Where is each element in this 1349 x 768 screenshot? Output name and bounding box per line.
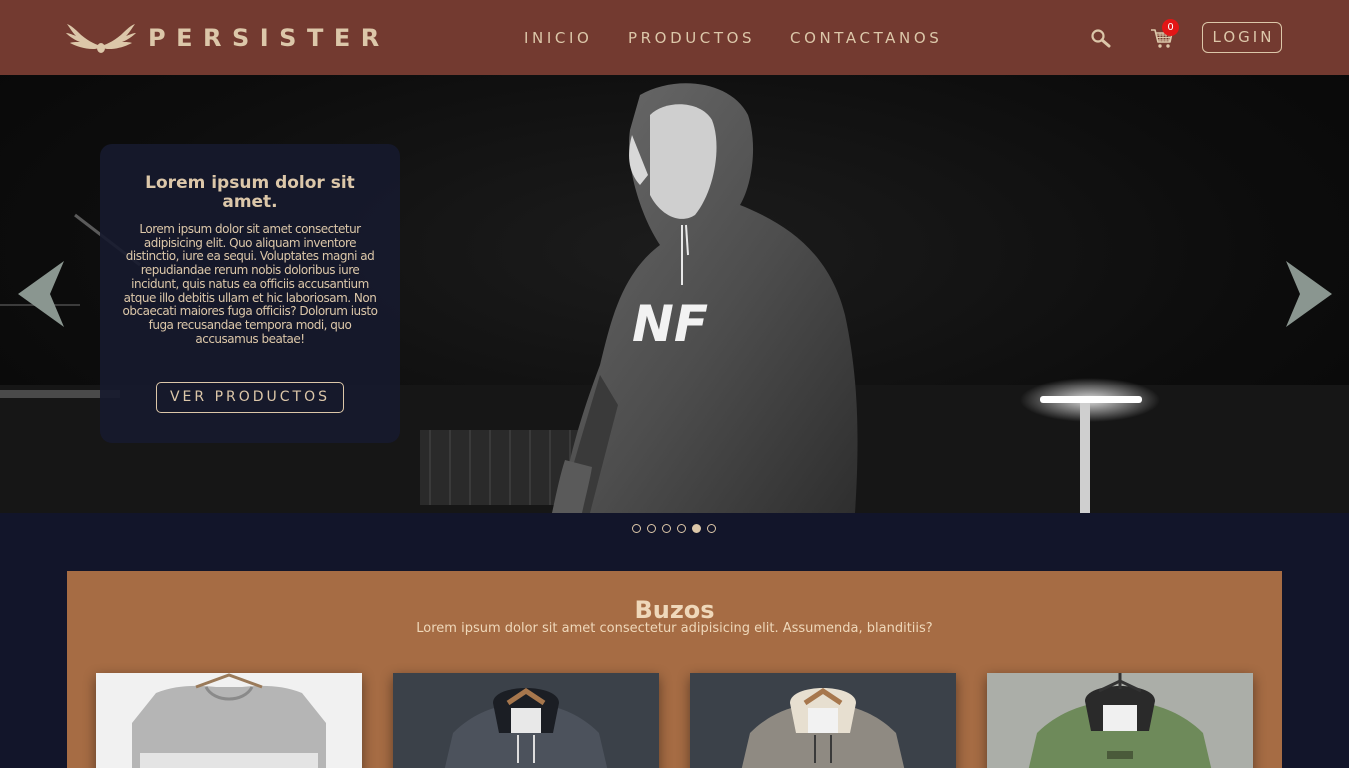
product-card[interactable] [987, 673, 1253, 768]
hoodie-print: NF [632, 295, 708, 353]
product-image-grey-hoodie [690, 673, 956, 768]
top-navbar: PERSISTER INICIO PRODUCTOS CONTACTANOS 0… [0, 0, 1349, 75]
chevron-left-icon[interactable] [18, 261, 66, 327]
product-image-grey-sweatshirt [96, 673, 362, 768]
nav-link-productos[interactable]: PRODUCTOS [628, 26, 755, 50]
carousel-dot[interactable] [647, 524, 656, 533]
nav-link-inicio[interactable]: INICIO [524, 26, 592, 50]
carousel-dot[interactable] [677, 524, 686, 533]
ver-productos-button[interactable]: VER PRODUCTOS [156, 382, 344, 413]
hero-caption-card: Lorem ipsum dolor sit amet. Lorem ipsum … [100, 144, 400, 443]
hero-title: Lorem ipsum dolor sit amet. [145, 173, 355, 212]
product-image-green-hoodie [987, 673, 1253, 768]
buzos-section: Buzos Lorem ipsum dolor sit amet consect… [67, 571, 1282, 768]
product-image-dark-hoodie [393, 673, 659, 768]
product-card[interactable] [393, 673, 659, 768]
section-subtitle: Lorem ipsum dolor sit amet consectetur a… [416, 621, 933, 636]
carousel-indicators [632, 524, 722, 536]
carousel-dot[interactable] [692, 524, 701, 533]
carousel-dot[interactable] [707, 524, 716, 533]
login-button[interactable]: LOGIN [1202, 22, 1282, 53]
hero-description: Lorem ipsum dolor sit amet consectetur a… [122, 222, 378, 346]
chevron-right-icon[interactable] [1284, 261, 1332, 327]
main-nav: INICIO PRODUCTOS CONTACTANOS [0, 26, 1349, 50]
cart-count-badge: 0 [1162, 19, 1179, 36]
carousel-dot[interactable] [632, 524, 641, 533]
nav-link-contactanos[interactable]: CONTACTANOS [790, 26, 942, 50]
search-icon[interactable] [1090, 28, 1112, 48]
product-card[interactable] [96, 673, 362, 768]
hero-carousel: NF Lorem ipsum dolor sit amet. Lorem ips… [0, 75, 1349, 513]
carousel-dot[interactable] [662, 524, 671, 533]
product-card[interactable] [690, 673, 956, 768]
